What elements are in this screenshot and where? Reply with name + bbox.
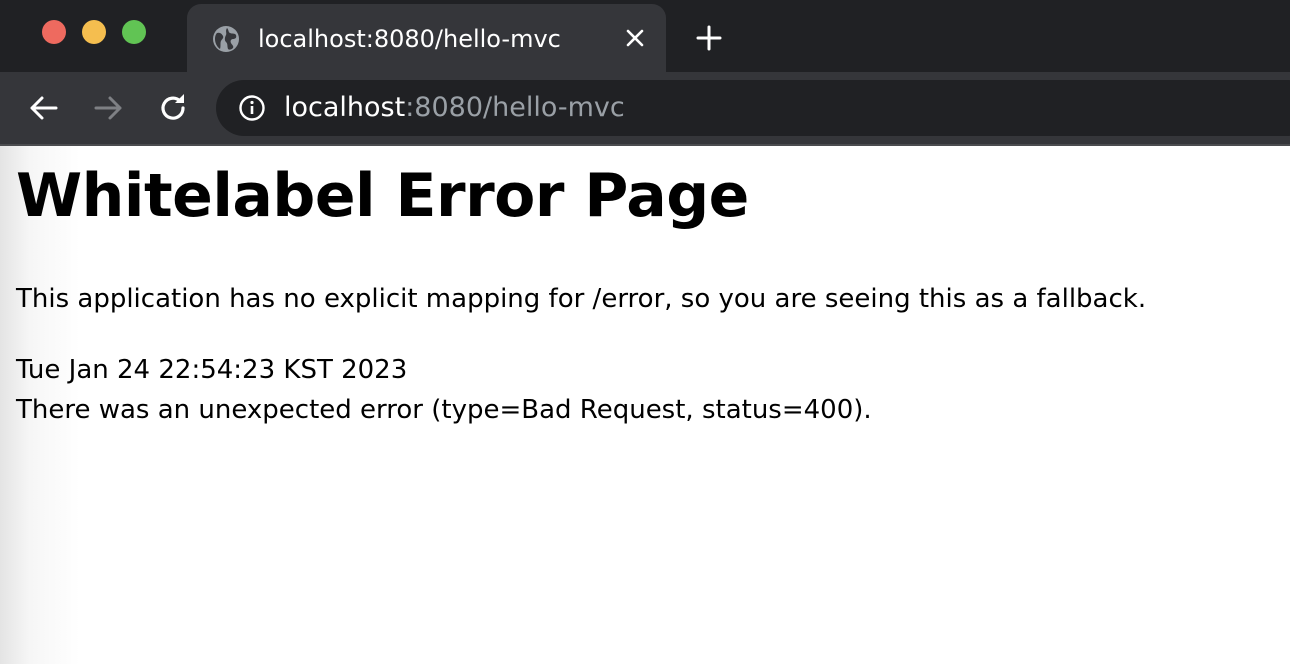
window-close-button[interactable]: [42, 20, 66, 44]
globe-icon: [213, 26, 239, 52]
page-title: Whitelabel Error Page: [16, 161, 749, 231]
reload-icon[interactable]: [155, 90, 191, 126]
error-details: There was an unexpected error (type=Bad …: [16, 395, 872, 425]
page-content: Whitelabel Error Page This application h…: [0, 146, 1290, 664]
url-host: localhost: [284, 92, 406, 123]
info-icon[interactable]: [238, 94, 266, 122]
url-path: :8080/hello-mvc: [405, 92, 625, 123]
window-minimize-button[interactable]: [82, 20, 106, 44]
arrow-left-icon[interactable]: [26, 90, 62, 126]
tab-title: localhost:8080/hello-mvc: [258, 25, 561, 53]
arrow-right-icon[interactable]: [90, 90, 126, 126]
close-icon[interactable]: [622, 25, 648, 51]
address-bar[interactable]: localhost:8080/hello-mvc: [216, 80, 1290, 136]
error-message: This application has no explicit mapping…: [16, 284, 1147, 314]
browser-toolbar: localhost:8080/hello-mvc: [0, 72, 1290, 146]
url-text: localhost:8080/hello-mvc: [284, 90, 625, 126]
window-zoom-button[interactable]: [122, 20, 146, 44]
plus-icon[interactable]: [694, 23, 724, 53]
error-timestamp: Tue Jan 24 22:54:23 KST 2023: [16, 355, 408, 385]
tab-strip: localhost:8080/hello-mvc: [0, 0, 1290, 72]
browser-window: localhost:8080/hello-mvc localhost:8080/…: [0, 0, 1290, 664]
browser-tab[interactable]: localhost:8080/hello-mvc: [187, 4, 666, 72]
